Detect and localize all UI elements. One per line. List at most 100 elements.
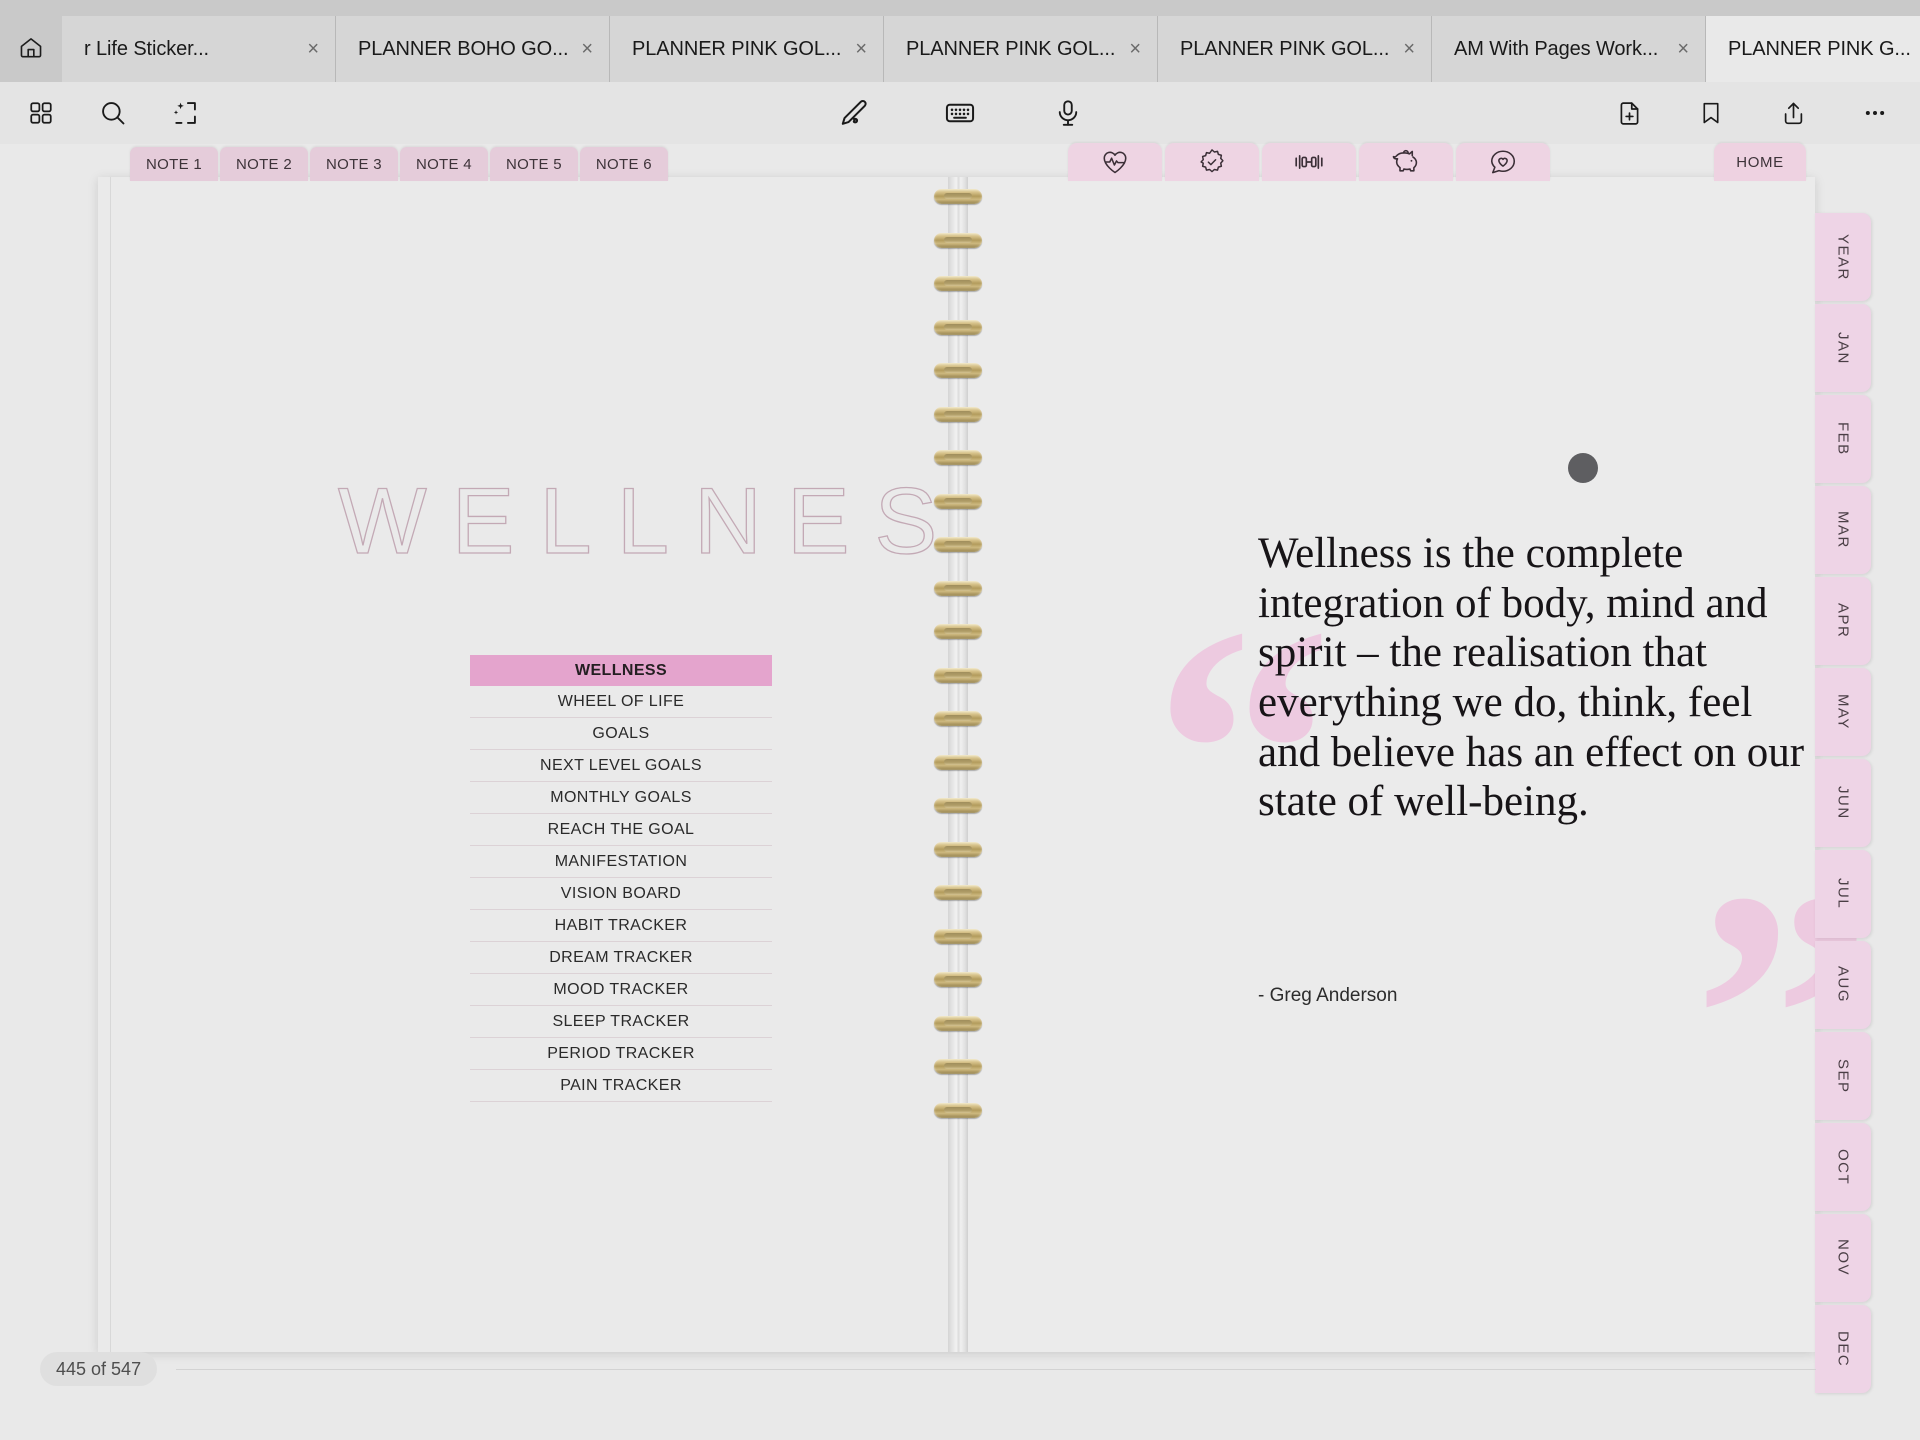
spiral-ring [934, 972, 982, 987]
month-tab[interactable]: MAR [1815, 486, 1871, 574]
month-tab-label: OCT [1834, 1148, 1852, 1186]
month-tab[interactable]: JUN [1815, 759, 1871, 847]
bottom-rule [176, 1369, 1816, 1370]
month-tab[interactable]: SEP [1815, 1032, 1871, 1120]
month-tab-label: NOV [1834, 1239, 1852, 1277]
pen-icon[interactable] [829, 90, 875, 136]
spiral-ring [934, 1015, 982, 1031]
browser-tab[interactable]: PLANNER PINK GOL... × [1158, 16, 1432, 82]
browser-tab-title: PLANNER PINK GOL... [632, 37, 842, 60]
menu-item[interactable]: DREAM TRACKER [470, 942, 772, 974]
browser-tab[interactable]: PLANNER BOHO GO... × [336, 16, 610, 82]
month-tab[interactable]: APR [1815, 577, 1871, 665]
microphone-icon[interactable] [1045, 90, 1091, 136]
spiral-ring [934, 1059, 982, 1074]
menu-item[interactable]: HABIT TRACKER [470, 910, 772, 942]
browser-tab[interactable]: PLANNER PINK G...ˇ× [1706, 16, 1920, 82]
month-tab-label: JAN [1834, 331, 1852, 365]
month-tab[interactable]: AUG [1815, 941, 1871, 1029]
note-tab[interactable]: NOTE 2 [219, 147, 308, 181]
month-tab[interactable]: DEC [1815, 1305, 1871, 1393]
close-icon[interactable]: × [1677, 39, 1689, 59]
menu-item[interactable]: VISION BOARD [470, 878, 772, 910]
keyboard-icon[interactable] [937, 90, 983, 136]
note-tab[interactable]: NOTE 1 [130, 147, 218, 181]
heart-chat-icon[interactable] [1456, 143, 1550, 181]
home-tab[interactable]: HOME [1714, 143, 1806, 181]
month-tab[interactable]: OCT [1815, 1123, 1871, 1211]
grid-icon[interactable] [18, 90, 64, 136]
browser-tab-title: PLANNER BOHO GO... [358, 37, 569, 60]
menu-item[interactable]: PERIOD TRACKER [470, 1038, 772, 1070]
menu-item[interactable]: GOALS [470, 718, 772, 750]
dumbbell-icon[interactable] [1262, 143, 1356, 181]
quote-text: Wellness is the complete integration of … [1258, 530, 1805, 826]
home-icon[interactable] [0, 17, 62, 79]
month-tab-label: SEP [1834, 1058, 1852, 1094]
browser-tab-title: PLANNER PINK GOL... [1180, 37, 1390, 60]
spiral-ring [934, 276, 982, 291]
month-tab-label: AUG [1834, 966, 1852, 1004]
spiral-ring [934, 232, 982, 248]
menu-item[interactable]: MONTHLY GOALS [470, 782, 772, 814]
month-tab-label: FEB [1834, 422, 1852, 456]
menu-item[interactable]: PAIN TRACKER [470, 1070, 772, 1102]
piggy-bank-icon[interactable] [1359, 143, 1453, 181]
browser-tab[interactable]: r Life Sticker... × [62, 16, 336, 82]
toolbar-right-group [1606, 90, 1898, 136]
close-icon[interactable]: × [855, 39, 867, 59]
browser-tab[interactable]: PLANNER PINK GOL... × [884, 16, 1158, 82]
menu-item[interactable]: MOOD TRACKER [470, 974, 772, 1006]
tab-strip: r Life Sticker... × PLANNER BOHO GO... × PLA… [62, 16, 1920, 82]
share-icon[interactable] [1770, 90, 1816, 136]
spiral-ring [934, 754, 982, 770]
browser-tab[interactable]: AM With Pages Work... × [1432, 16, 1706, 82]
page-indicator[interactable]: 445 of 547 [40, 1352, 158, 1386]
quote-author: - Greg Anderson [1258, 985, 1398, 1006]
close-icon[interactable]: × [581, 39, 593, 59]
sun-checklist-icon[interactable] [1165, 143, 1259, 181]
search-icon[interactable] [90, 90, 136, 136]
bookmark-icon[interactable] [1688, 90, 1734, 136]
category-icon-tab-group [1068, 143, 1553, 181]
menu-item[interactable]: MANIFESTATION [470, 846, 772, 878]
spiral-binding [934, 177, 982, 1352]
spiral-ring [934, 667, 982, 683]
note-tab[interactable]: NOTE 3 [309, 147, 398, 181]
note-tab[interactable]: NOTE 4 [399, 147, 488, 181]
more-icon[interactable] [1852, 90, 1898, 136]
month-tab[interactable]: JAN [1815, 304, 1871, 392]
spiral-ring [934, 711, 982, 726]
spiral-ring [934, 580, 982, 596]
month-tab[interactable]: FEB [1815, 395, 1871, 483]
month-tab-label: MAR [1834, 511, 1852, 549]
add-page-icon[interactable] [1606, 90, 1652, 136]
browser-tab[interactable]: PLANNER PINK GOL... × [610, 16, 884, 82]
month-tab[interactable]: NOV [1815, 1214, 1871, 1302]
ai-select-icon[interactable] [162, 90, 208, 136]
menu-item[interactable]: SLEEP TRACKER [470, 1006, 772, 1038]
menu-item[interactable]: NEXT LEVEL GOALS [470, 750, 772, 782]
menu-item[interactable]: REACH THE GOAL [470, 814, 772, 846]
browser-tab-title: r Life Sticker... [84, 37, 210, 60]
month-tab-group: YEAR JAN FEB MAR APR MAY JUN JUL AUG SEP OCT NOV DEC [1815, 213, 1871, 1396]
month-tab-label: YEAR [1834, 233, 1852, 281]
left-margin-rule [110, 177, 111, 1352]
month-tab[interactable]: MAY [1815, 668, 1871, 756]
menu-item[interactable]: WELLNESS [470, 655, 772, 686]
left-page: WELLNESS WELLNESS WHEEL OF LIFE GOALS NEXT … [98, 177, 1026, 1352]
close-icon[interactable]: × [1403, 39, 1415, 59]
note-tab[interactable]: NOTE 6 [579, 147, 668, 181]
month-tab[interactable]: YEAR [1815, 213, 1871, 301]
gray-dot-marker [1568, 453, 1598, 483]
note-tab[interactable]: NOTE 5 [489, 147, 578, 181]
close-icon[interactable]: × [307, 39, 319, 59]
month-tab-label: JUL [1834, 878, 1852, 910]
menu-item[interactable]: WHEEL OF LIFE [470, 686, 772, 718]
close-icon[interactable]: × [1129, 39, 1141, 59]
right-page: “ ” Wellness is the complete integration… [958, 177, 1873, 1352]
spiral-ring [934, 841, 982, 857]
month-tab-label: JUN [1834, 786, 1852, 820]
heart-pulse-icon[interactable] [1068, 143, 1162, 181]
month-tab[interactable]: JUL [1815, 850, 1871, 938]
